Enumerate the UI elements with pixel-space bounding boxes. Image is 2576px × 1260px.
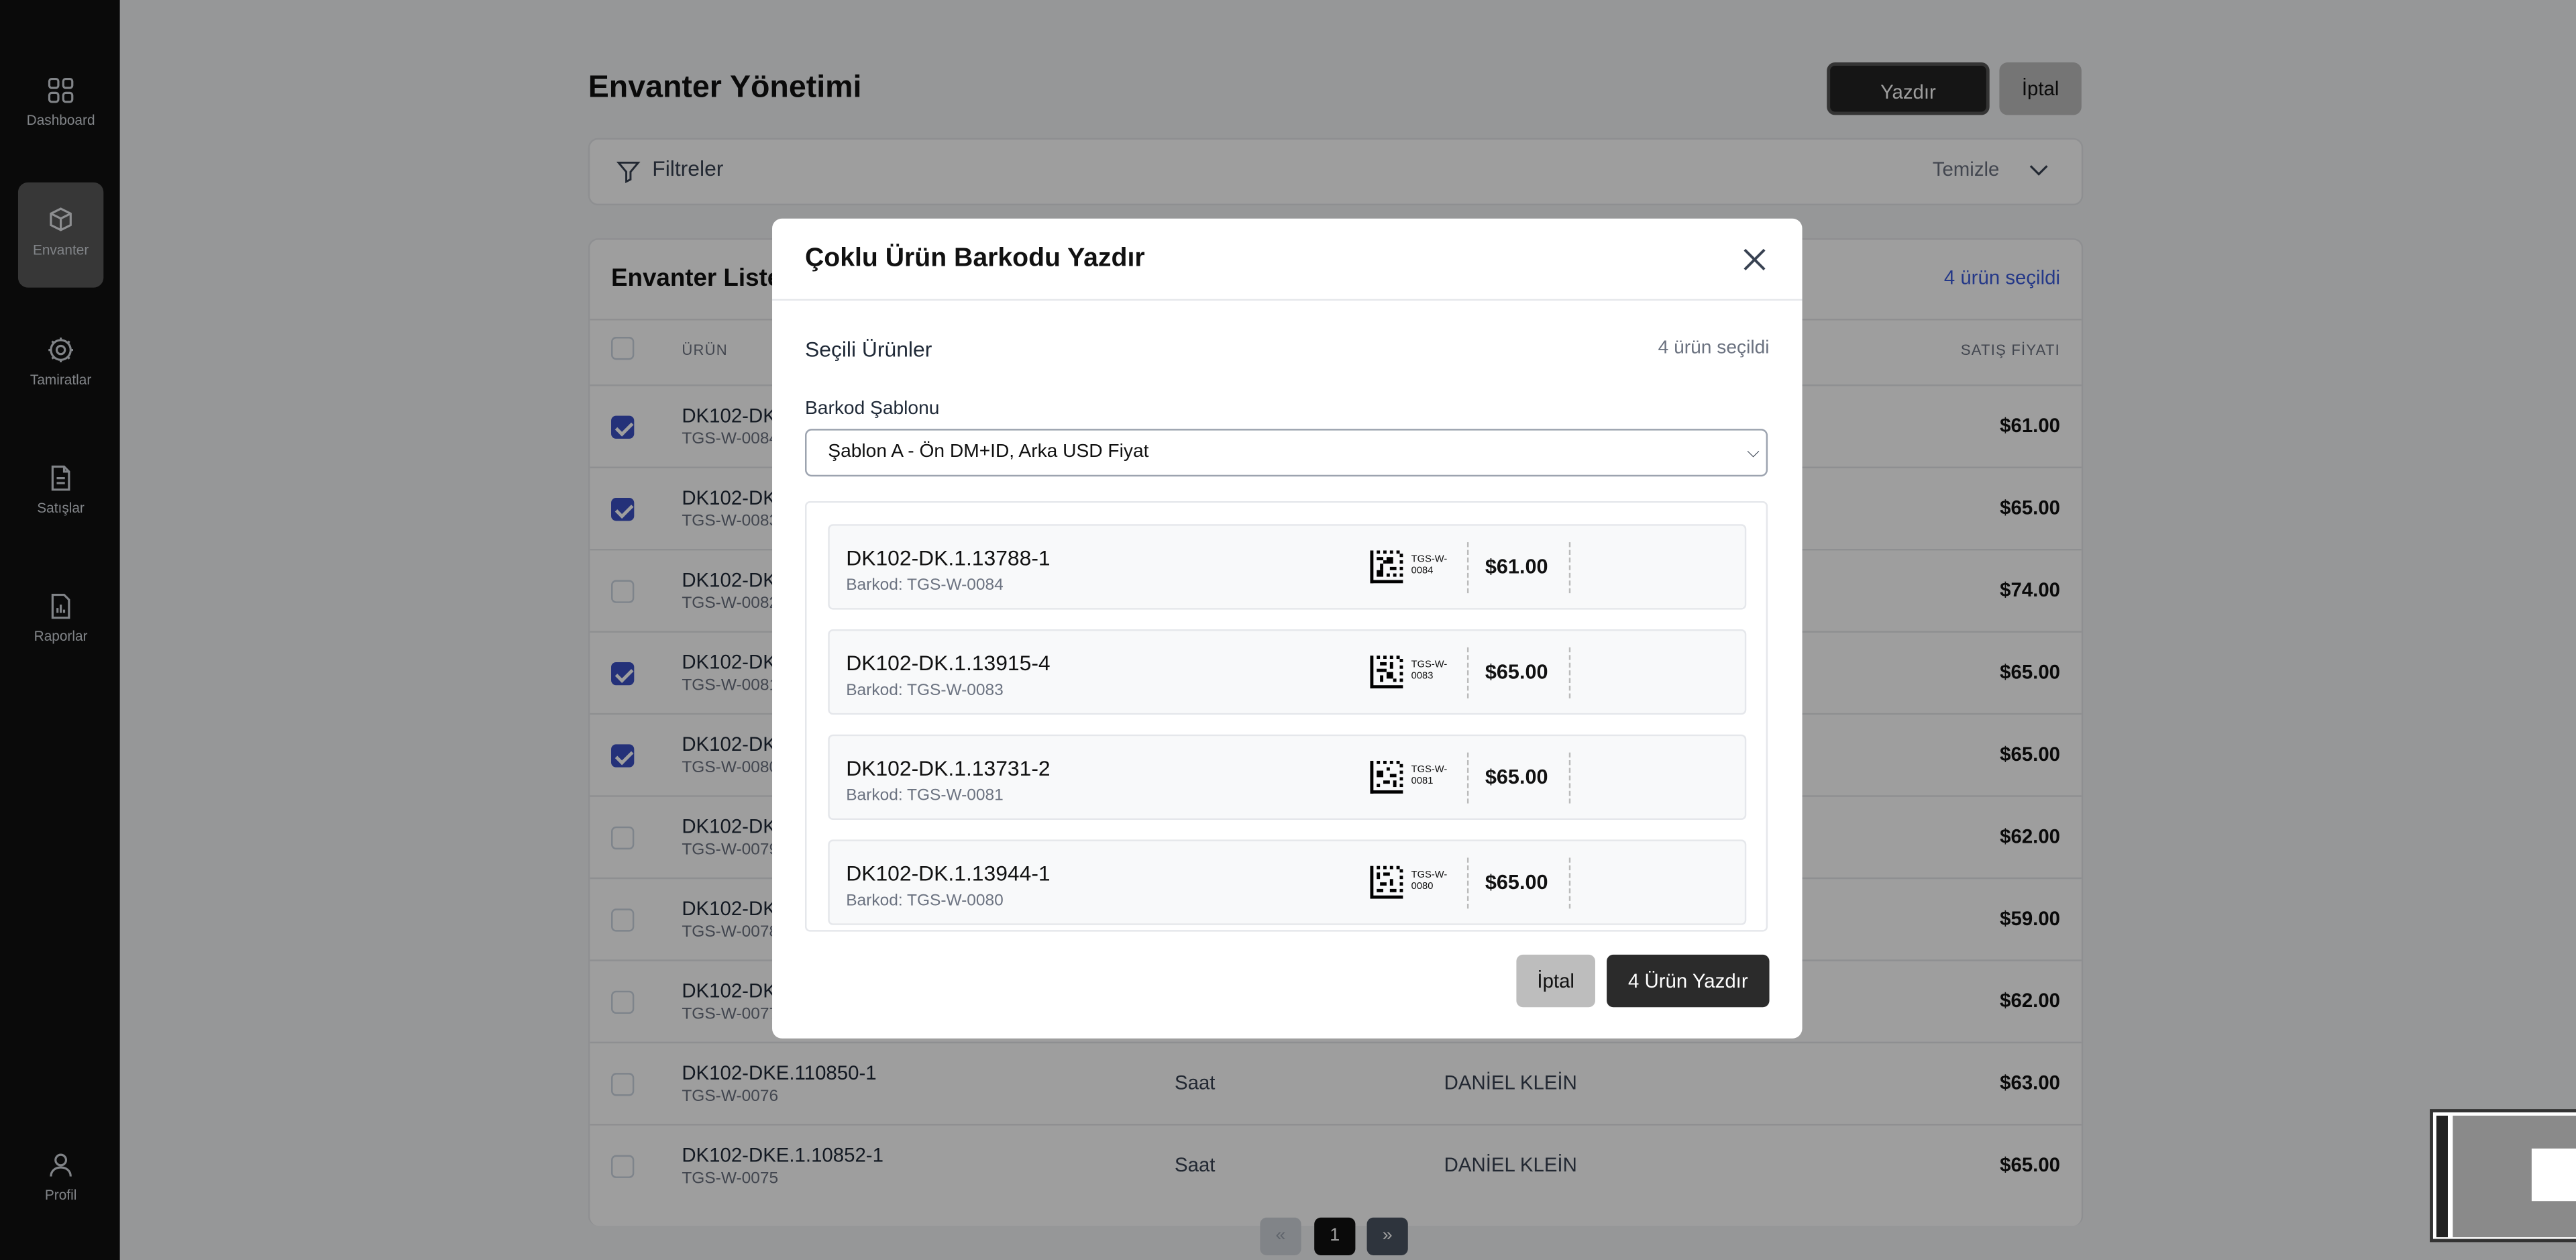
list-item: DK102-DK.1.13788-1 Barkod: TGS-W-0084 TG… xyxy=(828,524,1747,610)
item-barcode: Barkod: TGS-W-0084 xyxy=(846,576,1004,595)
divider xyxy=(1466,647,1469,698)
list-item: DK102-DK.1.13915-4 Barkod: TGS-W-0083 TG… xyxy=(828,629,1747,715)
item-name: DK102-DK.1.13944-1 xyxy=(846,861,1051,886)
datamatrix-icon xyxy=(1370,865,1403,899)
selected-items-list[interactable]: DK102-DK.1.13788-1 Barkod: TGS-W-0084 TG… xyxy=(805,501,1768,932)
item-tag-text: TGS-W- 0083 xyxy=(1411,660,1448,682)
thumbnail-modal xyxy=(2531,1148,2576,1202)
chevron-down-icon: ⌵ xyxy=(1747,443,1760,462)
item-name: DK102-DK.1.13915-4 xyxy=(846,650,1051,676)
thumbnail-sidebar xyxy=(2436,1115,2448,1238)
item-price: $65.00 xyxy=(1485,870,1548,894)
barcode-print-modal: Çoklu Ürün Barkodu Yazdır Seçili Ürünler… xyxy=(772,218,1803,1039)
item-tag-text: TGS-W- 0080 xyxy=(1411,870,1448,892)
divider xyxy=(1466,542,1469,594)
divider xyxy=(1466,857,1469,909)
selected-products-label: Seçili Ürünler xyxy=(805,337,932,362)
item-barcode: Barkod: TGS-W-0083 xyxy=(846,682,1004,700)
template-label: Barkod Şablonu xyxy=(805,399,940,419)
item-price: $65.00 xyxy=(1485,660,1548,684)
selected-products-count: 4 ürün seçildi xyxy=(1658,338,1770,358)
preview-thumbnail[interactable] xyxy=(2430,1109,2576,1243)
list-item: DK102-DK.1.13731-2 Barkod: TGS-W-0081 TG… xyxy=(828,734,1747,821)
datamatrix-icon xyxy=(1370,550,1403,584)
divider xyxy=(1568,752,1571,804)
divider xyxy=(1568,542,1571,594)
item-barcode: Barkod: TGS-W-0080 xyxy=(846,892,1004,910)
divider xyxy=(1568,857,1571,909)
template-select[interactable]: Şablon A - Ön DM+ID, Arka USD Fiyat ⌵ xyxy=(805,429,1768,477)
template-select-value: Şablon A - Ön DM+ID, Arka USD Fiyat xyxy=(828,441,1149,462)
modal-cancel-button[interactable]: İptal xyxy=(1516,954,1595,1008)
divider xyxy=(1568,647,1571,698)
modal-title: Çoklu Ürün Barkodu Yazdır xyxy=(805,244,1145,273)
item-price: $61.00 xyxy=(1485,555,1548,579)
item-tag-text: TGS-W- 0081 xyxy=(1411,766,1448,786)
item-price: $65.00 xyxy=(1485,766,1548,789)
datamatrix-icon xyxy=(1370,760,1403,794)
item-name: DK102-DK.1.13731-2 xyxy=(846,755,1051,781)
close-icon[interactable] xyxy=(1739,245,1769,274)
item-barcode: Barkod: TGS-W-0081 xyxy=(846,787,1004,806)
item-tag-text: TGS-W- 0084 xyxy=(1411,555,1448,576)
list-item: DK102-DK.1.13944-1 Barkod: TGS-W-0080 TG… xyxy=(828,839,1747,925)
divider xyxy=(1466,752,1469,804)
divider xyxy=(772,299,1803,301)
datamatrix-icon xyxy=(1370,655,1403,689)
item-name: DK102-DK.1.13788-1 xyxy=(846,545,1051,570)
modal-print-button[interactable]: 4 Ürün Yazdır xyxy=(1607,954,1770,1008)
